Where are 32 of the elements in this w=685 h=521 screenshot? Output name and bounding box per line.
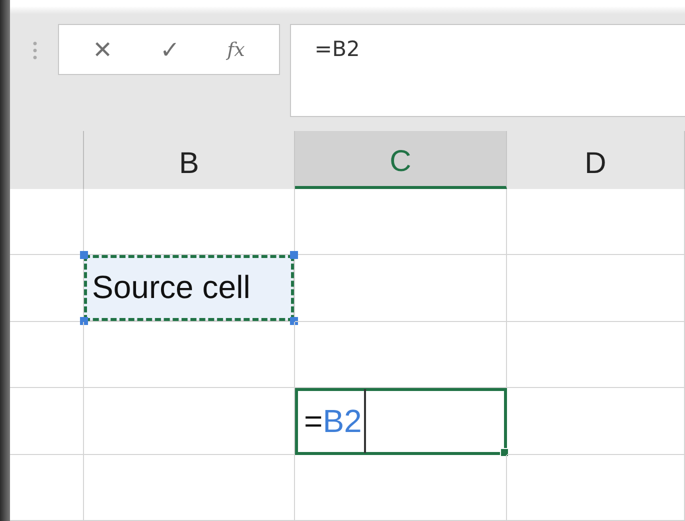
- table-cell[interactable]: [295, 322, 507, 388]
- cell-reference: B2: [322, 402, 362, 440]
- active-cell[interactable]: =B2: [295, 388, 507, 454]
- cancel-button[interactable]: ✕: [92, 36, 113, 64]
- table-cell[interactable]: [507, 255, 685, 322]
- formula-input-field[interactable]: =B2: [290, 24, 685, 117]
- column-header[interactable]: B: [84, 130, 295, 188]
- table-cell[interactable]: [10, 454, 84, 521]
- fill-handle[interactable]: [500, 448, 509, 456]
- column-header[interactable]: C: [295, 130, 507, 188]
- table-cell[interactable]: [507, 188, 685, 255]
- grip-handle[interactable]: [33, 40, 37, 60]
- table-cell[interactable]: [84, 322, 295, 388]
- source-cell[interactable]: Source cell: [84, 255, 294, 320]
- table-cell[interactable]: [507, 388, 685, 454]
- table-cell[interactable]: [295, 255, 507, 322]
- table-cell[interactable]: [84, 388, 295, 454]
- table-cell[interactable]: [295, 188, 507, 255]
- table-cell[interactable]: [295, 454, 507, 521]
- resize-handle[interactable]: [80, 251, 88, 259]
- resize-handle[interactable]: [290, 251, 298, 259]
- corner-header[interactable]: [10, 130, 84, 188]
- column-header[interactable]: D: [507, 130, 685, 188]
- enter-button[interactable]: ✓: [160, 36, 180, 64]
- table-cell[interactable]: [507, 322, 685, 388]
- text-cursor: [364, 389, 366, 454]
- table-cell[interactable]: [10, 388, 84, 454]
- table-cell[interactable]: [507, 454, 685, 521]
- table-cell[interactable]: [10, 322, 84, 388]
- insert-function-button[interactable]: fx: [227, 38, 245, 60]
- formula-operator: =: [304, 402, 323, 440]
- table-cell[interactable]: [84, 454, 295, 521]
